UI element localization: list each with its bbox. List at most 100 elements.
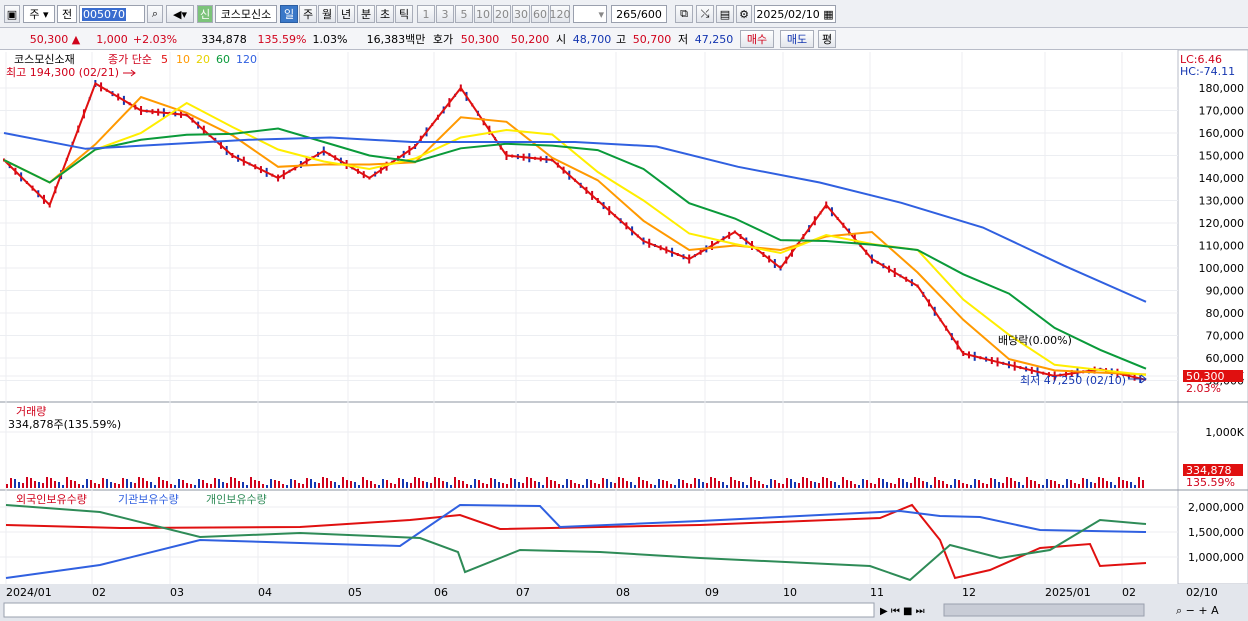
period-year[interactable]: 년	[337, 5, 355, 23]
volume-bar	[350, 481, 352, 488]
volume-bar	[798, 483, 800, 488]
volume-bar	[186, 483, 188, 488]
scroll-controls[interactable]: ▶ ⏮ ■ ⏭ ⌕ − + A	[3, 602, 1219, 618]
buy-button[interactable]: 매수	[740, 30, 774, 48]
search-icon[interactable]: ⌕	[147, 5, 163, 23]
pct-tag: 2.03%	[1186, 382, 1221, 395]
volume-bar	[1046, 479, 1048, 488]
volume-bar	[582, 485, 584, 488]
volume-bar	[574, 483, 576, 488]
stock-code-input[interactable]: 005070	[79, 5, 145, 23]
volume-bar	[886, 482, 888, 488]
candle-icon[interactable]: ⧉	[675, 5, 693, 23]
num-60[interactable]: 60	[531, 5, 549, 23]
market-select[interactable]: 주 ▾	[23, 5, 55, 23]
hc-label: HC:-74.11	[1180, 65, 1235, 78]
volume-bar	[918, 478, 920, 488]
volume-bar	[602, 478, 604, 488]
volume-bar	[1142, 480, 1144, 488]
volume-bar	[398, 478, 400, 488]
price-ytick: 110,000	[1199, 240, 1245, 253]
volume-bar	[30, 478, 32, 488]
num-120[interactable]: 120	[550, 5, 571, 23]
volume-bar	[154, 485, 156, 488]
x-axis-label: 09	[705, 586, 719, 599]
new-badge[interactable]: 신	[197, 5, 213, 23]
price-change: 1,000	[96, 32, 128, 46]
num-30[interactable]: 30	[512, 5, 530, 23]
volume-bar	[794, 482, 796, 488]
volume-bar	[86, 479, 88, 488]
volume-bar	[562, 485, 564, 488]
volume-bar	[230, 477, 232, 488]
volume-bar	[402, 479, 404, 488]
stock-name-field: 코스모신소	[215, 5, 277, 23]
num-3[interactable]: 3	[436, 5, 454, 23]
num-10[interactable]: 10	[474, 5, 492, 23]
volume-bar	[126, 479, 128, 488]
period-day[interactable]: 일	[280, 5, 298, 23]
volume-bar	[998, 482, 1000, 488]
period-tick[interactable]: 틱	[395, 5, 413, 23]
volume-bar	[410, 483, 412, 488]
sell-button[interactable]: 매도	[780, 30, 814, 48]
volume-bar	[738, 481, 740, 488]
volume-bar	[242, 482, 244, 488]
num-1[interactable]: 1	[417, 5, 435, 23]
chart-area[interactable]: 180,000 170,000 160,000 150,000 140,000 130,0…	[0, 50, 1248, 621]
period-month[interactable]: 월	[318, 5, 336, 23]
volume-bar	[338, 485, 340, 488]
volume-bar	[246, 485, 248, 488]
volume-bar	[810, 481, 812, 488]
save-icon[interactable]: ▤	[716, 5, 734, 23]
num-5[interactable]: 5	[455, 5, 473, 23]
volume-bar	[494, 479, 496, 488]
volume-bar	[522, 483, 524, 488]
period-mode-select[interactable]: 전	[57, 5, 77, 23]
volume-bar	[1126, 481, 1128, 488]
layout-icon[interactable]: ▣	[4, 5, 20, 23]
legend-foreign: 외국인보유수량	[16, 493, 87, 506]
period-week[interactable]: 주	[299, 5, 317, 23]
volume-bar	[18, 482, 20, 488]
volume-bar	[302, 484, 304, 488]
gear-icon[interactable]: ⚙	[736, 5, 752, 23]
price-ytick: 150,000	[1199, 150, 1245, 163]
volume-bar	[666, 481, 668, 488]
num-20[interactable]: 20	[493, 5, 511, 23]
draw-icon[interactable]: ⤯	[696, 5, 714, 23]
volume-bar	[222, 482, 224, 488]
legend-ma10: 10	[176, 53, 190, 66]
volume-bar	[102, 478, 104, 488]
volume-bar	[306, 478, 308, 488]
volume-bar	[430, 483, 432, 488]
volume-bar	[658, 479, 660, 488]
volume-bar	[830, 481, 832, 488]
volume-bar	[166, 481, 168, 488]
legend-institution: 기관보유수량	[118, 493, 179, 506]
volume-bar	[546, 477, 548, 488]
eval-button[interactable]: 평	[818, 30, 836, 48]
dividend-annotation: 배당락(0.00%)	[998, 334, 1072, 347]
holdings-ytick: 2,000,000	[1188, 501, 1244, 514]
volume-bar	[630, 482, 632, 488]
custom-num-select[interactable]: ▾	[573, 5, 607, 23]
x-axis-label: 04	[258, 586, 272, 599]
x-axis-label: 02	[1122, 586, 1136, 599]
date-input[interactable]: 2025/02/10 ▦	[754, 5, 836, 23]
volume-bar	[1134, 485, 1136, 488]
volume-readout: 334,878주(135.59%)	[8, 418, 121, 431]
sound-icon[interactable]: ◀▾	[166, 5, 194, 23]
volume-bar	[646, 481, 648, 488]
period-second[interactable]: 초	[376, 5, 394, 23]
volume-bar	[194, 485, 196, 488]
volume-bar	[682, 480, 684, 488]
volume-bar	[290, 479, 292, 488]
period-minute[interactable]: 분	[357, 5, 375, 23]
x-axis-label: 07	[516, 586, 530, 599]
volume: 334,878	[201, 32, 247, 46]
quote-bar: 50,300 ▲ 1,000 +2.03% 334,878 135.59% 1.…	[0, 28, 1248, 50]
volume-bar	[74, 481, 76, 488]
volume-bar	[678, 479, 680, 488]
volume-bar	[1006, 477, 1008, 488]
